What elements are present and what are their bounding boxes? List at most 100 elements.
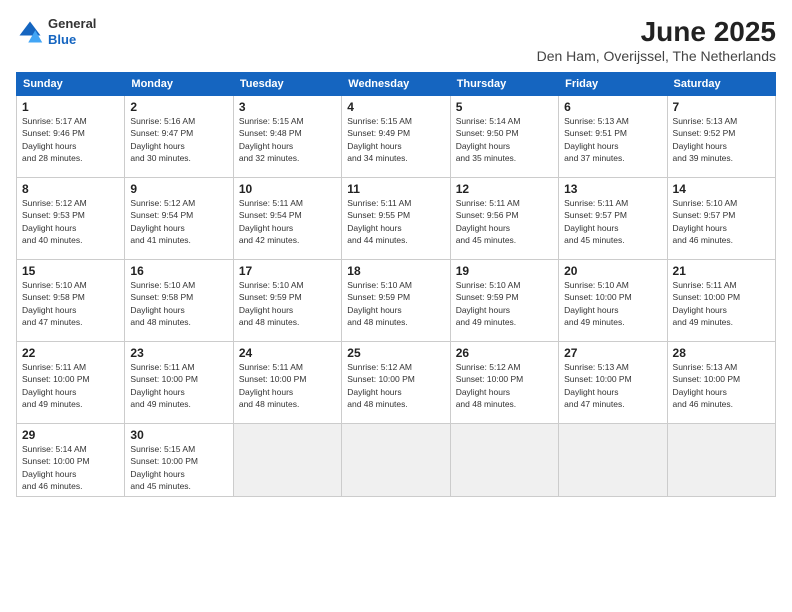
day-info: Sunrise: 5:10 AMSunset: 9:57 PMDaylight … — [673, 197, 770, 246]
day-info: Sunrise: 5:16 AMSunset: 9:47 PMDaylight … — [130, 115, 227, 164]
table-row: 2Sunrise: 5:16 AMSunset: 9:47 PMDaylight… — [125, 96, 233, 178]
table-row: 1Sunrise: 5:17 AMSunset: 9:46 PMDaylight… — [17, 96, 125, 178]
table-row: 15Sunrise: 5:10 AMSunset: 9:58 PMDayligh… — [17, 260, 125, 342]
table-row: 3Sunrise: 5:15 AMSunset: 9:48 PMDaylight… — [233, 96, 341, 178]
day-info: Sunrise: 5:15 AMSunset: 9:49 PMDaylight … — [347, 115, 444, 164]
day-info: Sunrise: 5:10 AMSunset: 9:58 PMDaylight … — [22, 279, 119, 328]
day-number: 18 — [347, 264, 444, 278]
table-row: 5Sunrise: 5:14 AMSunset: 9:50 PMDaylight… — [450, 96, 558, 178]
table-row: 29Sunrise: 5:14 AMSunset: 10:00 PMDaylig… — [17, 424, 125, 497]
day-info: Sunrise: 5:15 AMSunset: 9:48 PMDaylight … — [239, 115, 336, 164]
day-number: 4 — [347, 100, 444, 114]
day-number: 10 — [239, 182, 336, 196]
table-row: 10Sunrise: 5:11 AMSunset: 9:54 PMDayligh… — [233, 178, 341, 260]
calendar-header-row: Sunday Monday Tuesday Wednesday Thursday… — [17, 73, 776, 96]
day-info: Sunrise: 5:10 AMSunset: 9:58 PMDaylight … — [130, 279, 227, 328]
day-info: Sunrise: 5:12 AMSunset: 10:00 PMDaylight… — [347, 361, 444, 410]
day-number: 28 — [673, 346, 770, 360]
day-number: 30 — [130, 428, 227, 442]
day-number: 8 — [22, 182, 119, 196]
page-header: General Blue June 2025 Den Ham, Overijss… — [16, 16, 776, 64]
day-number: 20 — [564, 264, 661, 278]
logo-icon — [16, 18, 44, 46]
day-info: Sunrise: 5:11 AMSunset: 10:00 PMDaylight… — [673, 279, 770, 328]
day-info: Sunrise: 5:11 AMSunset: 9:54 PMDaylight … — [239, 197, 336, 246]
day-info: Sunrise: 5:11 AMSunset: 9:57 PMDaylight … — [564, 197, 661, 246]
table-row: 7Sunrise: 5:13 AMSunset: 9:52 PMDaylight… — [667, 96, 775, 178]
day-info: Sunrise: 5:13 AMSunset: 9:51 PMDaylight … — [564, 115, 661, 164]
day-number: 16 — [130, 264, 227, 278]
table-row: 23Sunrise: 5:11 AMSunset: 10:00 PMDaylig… — [125, 342, 233, 424]
day-number: 22 — [22, 346, 119, 360]
table-row: 27Sunrise: 5:13 AMSunset: 10:00 PMDaylig… — [559, 342, 667, 424]
day-number: 9 — [130, 182, 227, 196]
table-row: 12Sunrise: 5:11 AMSunset: 9:56 PMDayligh… — [450, 178, 558, 260]
day-info: Sunrise: 5:15 AMSunset: 10:00 PMDaylight… — [130, 443, 227, 492]
table-row: 19Sunrise: 5:10 AMSunset: 9:59 PMDayligh… — [450, 260, 558, 342]
day-info: Sunrise: 5:14 AMSunset: 9:50 PMDaylight … — [456, 115, 553, 164]
table-row: 20Sunrise: 5:10 AMSunset: 10:00 PMDaylig… — [559, 260, 667, 342]
day-number: 25 — [347, 346, 444, 360]
day-number: 13 — [564, 182, 661, 196]
logo-blue: Blue — [48, 32, 96, 48]
calendar: Sunday Monday Tuesday Wednesday Thursday… — [16, 72, 776, 497]
table-row: 18Sunrise: 5:10 AMSunset: 9:59 PMDayligh… — [342, 260, 450, 342]
day-info: Sunrise: 5:11 AMSunset: 10:00 PMDaylight… — [130, 361, 227, 410]
day-info: Sunrise: 5:10 AMSunset: 9:59 PMDaylight … — [456, 279, 553, 328]
col-friday: Friday — [559, 73, 667, 96]
day-number: 26 — [456, 346, 553, 360]
table-row: 8Sunrise: 5:12 AMSunset: 9:53 PMDaylight… — [17, 178, 125, 260]
table-row: 11Sunrise: 5:11 AMSunset: 9:55 PMDayligh… — [342, 178, 450, 260]
day-number: 7 — [673, 100, 770, 114]
title-block: June 2025 Den Ham, Overijssel, The Nethe… — [537, 16, 776, 64]
col-tuesday: Tuesday — [233, 73, 341, 96]
day-info: Sunrise: 5:13 AMSunset: 9:52 PMDaylight … — [673, 115, 770, 164]
col-sunday: Sunday — [17, 73, 125, 96]
table-row: 21Sunrise: 5:11 AMSunset: 10:00 PMDaylig… — [667, 260, 775, 342]
day-info: Sunrise: 5:14 AMSunset: 10:00 PMDaylight… — [22, 443, 119, 492]
table-row: 17Sunrise: 5:10 AMSunset: 9:59 PMDayligh… — [233, 260, 341, 342]
table-row: 14Sunrise: 5:10 AMSunset: 9:57 PMDayligh… — [667, 178, 775, 260]
table-row — [667, 424, 775, 497]
logo-general: General — [48, 16, 96, 32]
day-info: Sunrise: 5:10 AMSunset: 9:59 PMDaylight … — [239, 279, 336, 328]
day-info: Sunrise: 5:13 AMSunset: 10:00 PMDaylight… — [673, 361, 770, 410]
col-wednesday: Wednesday — [342, 73, 450, 96]
table-row: 28Sunrise: 5:13 AMSunset: 10:00 PMDaylig… — [667, 342, 775, 424]
day-number: 3 — [239, 100, 336, 114]
table-row: 25Sunrise: 5:12 AMSunset: 10:00 PMDaylig… — [342, 342, 450, 424]
col-saturday: Saturday — [667, 73, 775, 96]
day-number: 27 — [564, 346, 661, 360]
month-title: June 2025 — [537, 16, 776, 48]
day-number: 29 — [22, 428, 119, 442]
logo: General Blue — [16, 16, 96, 47]
table-row: 13Sunrise: 5:11 AMSunset: 9:57 PMDayligh… — [559, 178, 667, 260]
day-number: 2 — [130, 100, 227, 114]
day-info: Sunrise: 5:12 AMSunset: 10:00 PMDaylight… — [456, 361, 553, 410]
day-number: 23 — [130, 346, 227, 360]
day-info: Sunrise: 5:17 AMSunset: 9:46 PMDaylight … — [22, 115, 119, 164]
day-info: Sunrise: 5:13 AMSunset: 10:00 PMDaylight… — [564, 361, 661, 410]
day-info: Sunrise: 5:12 AMSunset: 9:54 PMDaylight … — [130, 197, 227, 246]
day-number: 21 — [673, 264, 770, 278]
day-number: 11 — [347, 182, 444, 196]
day-number: 6 — [564, 100, 661, 114]
table-row: 22Sunrise: 5:11 AMSunset: 10:00 PMDaylig… — [17, 342, 125, 424]
location: Den Ham, Overijssel, The Netherlands — [537, 48, 776, 64]
day-info: Sunrise: 5:10 AMSunset: 10:00 PMDaylight… — [564, 279, 661, 328]
table-row: 6Sunrise: 5:13 AMSunset: 9:51 PMDaylight… — [559, 96, 667, 178]
col-monday: Monday — [125, 73, 233, 96]
day-number: 17 — [239, 264, 336, 278]
table-row: 16Sunrise: 5:10 AMSunset: 9:58 PMDayligh… — [125, 260, 233, 342]
table-row: 24Sunrise: 5:11 AMSunset: 10:00 PMDaylig… — [233, 342, 341, 424]
table-row: 26Sunrise: 5:12 AMSunset: 10:00 PMDaylig… — [450, 342, 558, 424]
table-row — [559, 424, 667, 497]
table-row — [233, 424, 341, 497]
table-row: 9Sunrise: 5:12 AMSunset: 9:54 PMDaylight… — [125, 178, 233, 260]
table-row — [342, 424, 450, 497]
day-number: 24 — [239, 346, 336, 360]
day-info: Sunrise: 5:11 AMSunset: 10:00 PMDaylight… — [239, 361, 336, 410]
day-number: 12 — [456, 182, 553, 196]
table-row: 4Sunrise: 5:15 AMSunset: 9:49 PMDaylight… — [342, 96, 450, 178]
day-number: 15 — [22, 264, 119, 278]
